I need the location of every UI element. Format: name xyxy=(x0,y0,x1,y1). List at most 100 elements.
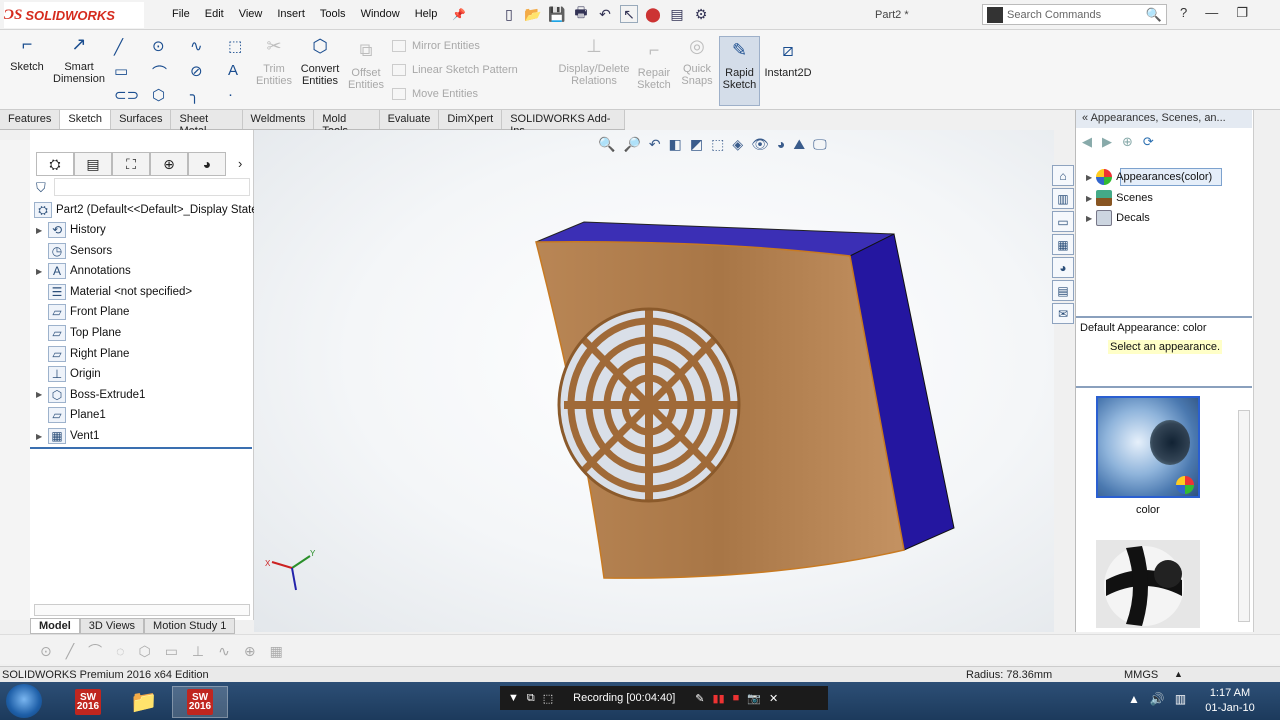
start-button[interactable] xyxy=(6,684,42,718)
tab-weldments[interactable]: Weldments xyxy=(243,110,315,129)
recorder-menu-icon[interactable]: ▼ xyxy=(508,692,519,704)
tab-sheet-metal[interactable]: Sheet Metal xyxy=(171,110,243,137)
appearances-folder[interactable]: ▶ Appearances(color) xyxy=(1086,167,1212,187)
design-library-tab-icon[interactable]: ▥ xyxy=(1052,188,1074,209)
help-icon[interactable]: ? xyxy=(1180,5,1187,21)
dimxpert-manager-tab-icon[interactable]: ⊕ xyxy=(150,152,188,176)
tree-item-material[interactable]: ☰ Material <not specified> xyxy=(36,282,192,302)
tree-item-top-plane[interactable]: ▱ Top Plane xyxy=(36,323,121,343)
part-model-view[interactable]: Y X xyxy=(254,130,1054,632)
search-icon[interactable]: 🔍 xyxy=(1146,7,1162,23)
point-icon[interactable]: · xyxy=(228,86,233,103)
convert-entities-button[interactable]: ⬡ Convert Entities xyxy=(298,37,342,87)
tab-model[interactable]: Model xyxy=(30,618,80,634)
minimize-button[interactable]: — xyxy=(1205,5,1218,21)
custom-properties-tab-icon[interactable]: ▤ xyxy=(1052,280,1074,301)
tree-item-right-plane[interactable]: ▱ Right Plane xyxy=(36,344,129,364)
restore-button[interactable]: ❐ xyxy=(1236,5,1248,21)
tab-dimxpert[interactable]: DimXpert xyxy=(439,110,503,129)
pane-splitter[interactable] xyxy=(1076,316,1252,318)
text-icon[interactable]: A xyxy=(228,62,238,79)
tab-solidworks-addins[interactable]: SOLIDWORKS Add-Ins xyxy=(502,110,625,137)
rectangle-icon[interactable]: ▭ xyxy=(114,62,128,80)
menu-tools[interactable]: Tools xyxy=(320,8,346,21)
add-to-library-icon[interactable]: ⊕ xyxy=(1122,134,1133,150)
file-properties-icon[interactable]: ▤ xyxy=(668,5,686,23)
search-commands[interactable]: Search Commands 🔍 xyxy=(982,4,1167,25)
tab-features[interactable]: Features xyxy=(0,110,61,129)
stop-icon[interactable]: ■ xyxy=(733,692,740,704)
recorder-region-icon[interactable]: ⬚ xyxy=(543,692,553,705)
expand-icon[interactable]: ▶ xyxy=(36,390,48,399)
close-icon[interactable]: ✕ xyxy=(769,692,778,705)
new-document-icon[interactable]: ▯ xyxy=(500,5,518,23)
property-manager-tab-icon[interactable]: ▤ xyxy=(74,152,112,176)
tree-item-plane1[interactable]: ▱ Plane1 xyxy=(36,405,106,425)
pen-icon[interactable]: ✎ xyxy=(695,692,704,705)
menu-file[interactable]: File xyxy=(172,8,190,21)
tree-filter-input[interactable] xyxy=(54,178,250,196)
trim-entities-button[interactable]: ✂ Trim Entities xyxy=(254,37,294,87)
pause-icon[interactable]: ▮▮ xyxy=(713,692,725,705)
search-input[interactable]: Search Commands xyxy=(1007,9,1146,21)
refresh-icon[interactable]: ⟳ xyxy=(1143,134,1154,150)
sketch-tools-icons[interactable]: ⊙╱⌒◌⬡▭⊥∿⊕▦ xyxy=(40,641,297,661)
line-icon[interactable]: ╱ xyxy=(114,38,123,56)
menu-view[interactable]: View xyxy=(239,8,263,21)
tree-item-annotations[interactable]: ▶ A Annotations xyxy=(36,261,131,281)
menu-help[interactable]: Help xyxy=(415,8,438,21)
print-icon[interactable]: 🖶 xyxy=(572,4,590,23)
tab-evaluate[interactable]: Evaluate xyxy=(380,110,440,129)
construction-icon[interactable]: ⬚ xyxy=(228,37,242,55)
move-entities-button[interactable]: Move Entities xyxy=(392,88,478,100)
units-dropdown-icon[interactable]: ▲ xyxy=(1174,669,1183,679)
task-pane-scrollbar[interactable] xyxy=(1238,410,1250,622)
decals-folder[interactable]: ▶ Decals xyxy=(1086,208,1150,228)
offset-entities-button[interactable]: ⧉ Offset Entities xyxy=(346,41,386,91)
linear-sketch-pattern-button[interactable]: Linear Sketch Pattern xyxy=(392,64,518,76)
circle-icon[interactable]: ⊙ xyxy=(152,37,165,55)
quick-snaps-button[interactable]: ◎ Quick Snaps xyxy=(678,37,716,87)
ellipse-icon[interactable]: ⊘ xyxy=(190,62,203,80)
instant2d-button[interactable]: ⧄ Instant2D xyxy=(762,41,814,79)
display-manager-tab-icon[interactable]: ◕ xyxy=(188,152,226,176)
view-palette-tab-icon[interactable]: ▦ xyxy=(1052,234,1074,255)
taskbar-solidworks-active[interactable]: SW 2016 xyxy=(172,686,228,718)
tab-mold-tools[interactable]: Mold Tools xyxy=(314,110,380,137)
tree-item-vent1[interactable]: ▶ ▦ Vent1 xyxy=(36,426,99,446)
configuration-manager-tab-icon[interactable]: ⛶ xyxy=(112,152,150,176)
expand-icon[interactable]: ▶ xyxy=(1086,214,1092,223)
tab-motion-study-1[interactable]: Motion Study 1 xyxy=(144,618,236,634)
tree-item-sensors[interactable]: ◷ Sensors xyxy=(36,241,112,261)
taskbar-solidworks-pinned[interactable]: SW 2016 xyxy=(60,686,116,718)
scenes-folder[interactable]: ▶ Scenes xyxy=(1086,188,1153,208)
mirror-entities-button[interactable]: Mirror Entities xyxy=(392,40,480,52)
expand-icon[interactable]: ▶ xyxy=(1086,173,1092,182)
network-icon[interactable]: ▥ xyxy=(1175,692,1186,706)
menu-edit[interactable]: Edit xyxy=(205,8,224,21)
tree-item-history[interactable]: ▶ ⟲ History xyxy=(36,220,106,240)
tree-root-part[interactable]: ⛭ Part2 (Default<<Default>_Display State xyxy=(34,200,258,220)
undo-icon[interactable]: ↶ xyxy=(596,5,614,23)
chevron-right-icon[interactable]: › xyxy=(238,156,242,171)
checker-appearance-thumbnail[interactable] xyxy=(1096,540,1200,628)
solidworks-resources-tab-icon[interactable]: ⌂ xyxy=(1052,165,1074,186)
tree-item-front-plane[interactable]: ▱ Front Plane xyxy=(36,302,129,322)
select-icon[interactable]: ↖ xyxy=(620,5,638,23)
polygon-icon[interactable]: ⬡ xyxy=(152,86,165,104)
taskbar-explorer[interactable]: 📁 xyxy=(116,686,172,718)
tree-item-boss-extrude1[interactable]: ▶ ⬡ Boss-Extrude1 xyxy=(36,385,145,405)
expand-icon[interactable]: ▶ xyxy=(1086,194,1092,203)
color-appearance-thumbnail[interactable] xyxy=(1096,396,1200,498)
appearances-tab-icon[interactable]: ◕ xyxy=(1052,257,1074,278)
pane-splitter-lower[interactable] xyxy=(1076,386,1252,388)
tree-item-origin[interactable]: ⊥ Origin xyxy=(36,364,101,384)
system-clock[interactable]: 1:17 AM 01-Jan-10 xyxy=(1198,686,1262,716)
options-gear-icon[interactable]: ⚙ xyxy=(692,5,710,23)
solidworks-logo[interactable]: ƆS SOLIDWORKS xyxy=(4,2,144,28)
menu-insert[interactable]: Insert xyxy=(277,8,305,21)
spline-icon[interactable]: ∿ xyxy=(190,37,203,55)
file-explorer-tab-icon[interactable]: ▭ xyxy=(1052,211,1074,232)
slot-icon[interactable]: ⊂⊃ xyxy=(114,86,139,104)
repair-sketch-button[interactable]: ⌐ Repair Sketch xyxy=(634,41,674,91)
